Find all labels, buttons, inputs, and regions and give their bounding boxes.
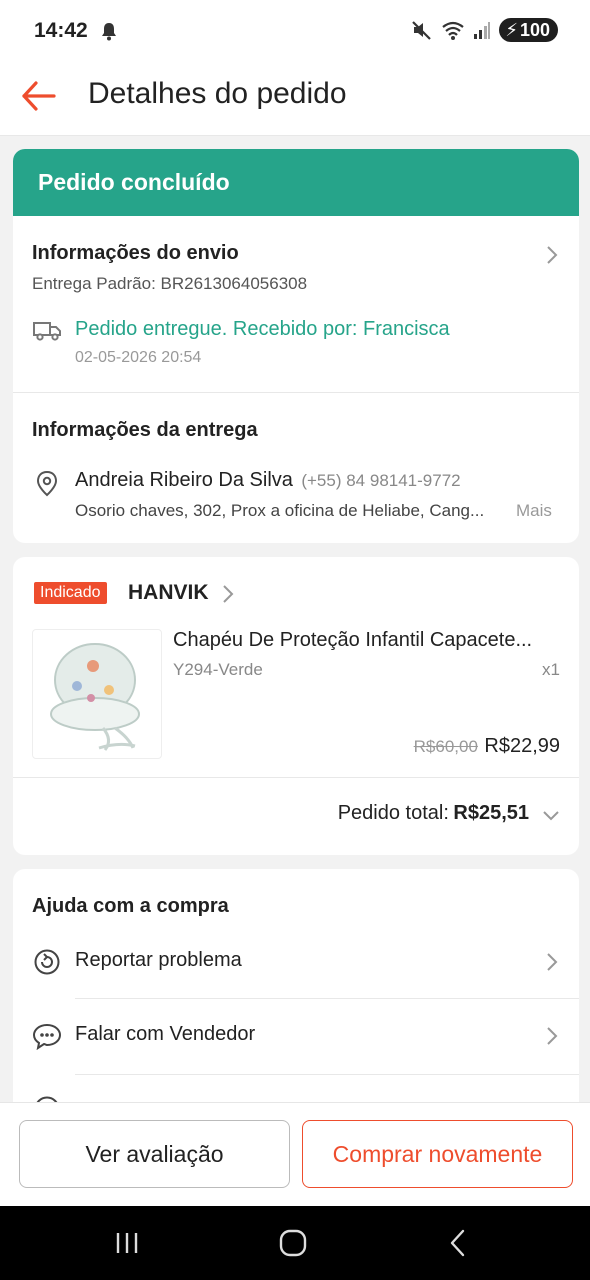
chat-seller-item[interactable]: Falar com Vendedor — [13, 999, 579, 1073]
buy-again-button[interactable]: Comprar novamente — [302, 1120, 573, 1188]
home-icon[interactable] — [279, 1229, 307, 1257]
status-bar: 14:42 ⚡ 100 — [0, 0, 590, 62]
location-pin-icon — [36, 470, 58, 497]
product-price-line: R$60,00 R$22,99 — [414, 735, 560, 758]
battery-indicator: ⚡ 100 — [499, 18, 558, 42]
chevron-right-icon — [547, 246, 558, 264]
order-total-row[interactable]: Pedido total: R$25,51 — [13, 778, 579, 855]
divider — [75, 1074, 579, 1075]
shipping-info-section[interactable]: Informações do envio Entrega Padrão: BR2… — [13, 216, 579, 392]
chevron-right-icon — [223, 585, 234, 603]
product-name: Chapéu De Proteção Infantil Capacete... — [173, 629, 533, 651]
baby-helmet-image — [50, 643, 140, 751]
help-card: Ajuda com a compra Reportar problema Fal… — [13, 869, 579, 1109]
chevron-right-icon — [547, 953, 558, 971]
app-bar: Detalhes do pedido — [0, 62, 590, 136]
report-problem-icon — [34, 949, 60, 975]
battery-level: 100 — [519, 19, 550, 40]
system-nav-bar — [0, 1206, 590, 1280]
shop-badge: Indicado — [34, 582, 107, 604]
back-arrow-icon[interactable] — [20, 78, 60, 114]
chat-bubble-icon — [32, 1023, 62, 1050]
shipping-method: Entrega Padrão: BR2613064056308 — [32, 274, 308, 293]
delivery-info-section[interactable]: Informações da entrega Andreia Ribeiro D… — [13, 393, 579, 543]
product-row[interactable]: Chapéu De Proteção Infantil Capacete... … — [13, 627, 579, 777]
recipient-phone: (+55) 84 98141-9772 — [301, 471, 461, 490]
recipient-name: Andreia Ribeiro Da Silva — [75, 469, 293, 491]
order-total-line: Pedido total: R$25,51 — [338, 802, 529, 825]
product-thumbnail — [32, 629, 162, 759]
truck-icon — [33, 322, 61, 341]
report-problem-label: Reportar problema — [75, 949, 242, 971]
shipping-event: Pedido entregue. Recebido por: Francisca — [75, 318, 450, 340]
status-icons: ⚡ 100 — [411, 18, 558, 42]
product-old-price: R$60,00 — [413, 737, 478, 756]
chevron-down-icon — [543, 811, 559, 821]
order-total-value: R$25,51 — [453, 802, 529, 824]
product-price: R$22,99 — [484, 735, 560, 757]
mute-icon — [412, 21, 432, 40]
shop-header[interactable]: Indicado HANVIK — [13, 557, 579, 627]
back-nav-icon[interactable] — [449, 1229, 467, 1257]
view-review-button[interactable]: Ver avaliação — [19, 1120, 290, 1188]
recipient-line: Andreia Ribeiro Da Silva (+55) 84 98141-… — [75, 469, 461, 492]
order-total-label: Pedido total: — [337, 802, 449, 824]
shop-name: HANVIK — [128, 581, 209, 604]
order-status-banner: Pedido concluído — [13, 149, 579, 216]
order-status-card: Pedido concluído Informações do envio En… — [13, 149, 579, 543]
recent-apps-icon[interactable] — [114, 1231, 140, 1255]
delivery-address: Osorio chaves, 302, Prox a oficina de He… — [75, 501, 485, 520]
page-title: Detalhes do pedido — [88, 77, 347, 110]
shipping-timestamp: 02-05-2026 20:54 — [75, 349, 202, 366]
report-problem-item[interactable]: Reportar problema — [13, 925, 579, 999]
notification-bell-icon — [102, 23, 116, 41]
address-more-link[interactable]: Mais — [516, 501, 552, 521]
help-title: Ajuda com a compra — [32, 895, 229, 917]
shipping-info-title: Informações do envio — [32, 242, 239, 264]
chevron-right-icon — [547, 1027, 558, 1045]
product-variant: Y294-Verde — [173, 660, 263, 679]
battery-bolt-icon: ⚡ — [505, 19, 518, 40]
product-quantity: x1 — [542, 660, 560, 679]
chat-seller-label: Falar com Vendedor — [75, 1023, 256, 1045]
delivery-info-title: Informações da entrega — [32, 419, 258, 441]
clock: 14:42 — [34, 19, 88, 42]
signal-icon — [474, 22, 491, 39]
product-card: Indicado HANVIK Chapéu De Proteção Infan… — [13, 557, 579, 855]
wifi-icon — [442, 21, 464, 40]
